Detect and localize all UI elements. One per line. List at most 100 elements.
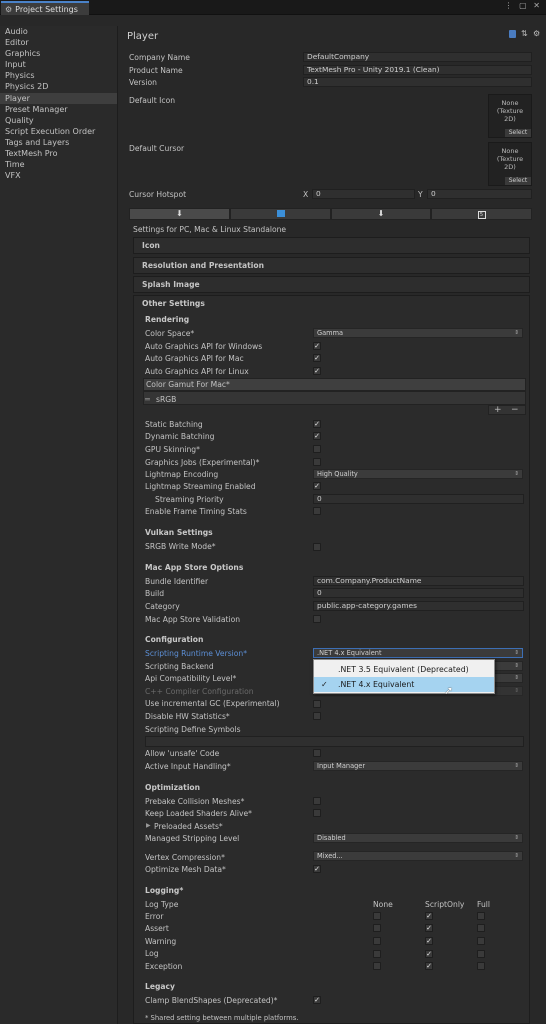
gear-icon[interactable]: ⚙ — [533, 29, 540, 38]
tab-webgl[interactable]: 5 — [431, 208, 532, 220]
icon-foldout[interactable]: Icon — [133, 237, 530, 254]
resolution-foldout[interactable]: Resolution and Presentation — [133, 257, 530, 274]
log-full-checkbox[interactable] — [477, 912, 485, 920]
log-none-checkbox[interactable] — [373, 924, 381, 932]
graphics-jobs-checkbox[interactable] — [313, 458, 321, 466]
popup-option-net4x[interactable]: ✓ .NET 4.x Equivalent — [314, 677, 494, 692]
hotspot-y-field[interactable]: 0 — [427, 189, 532, 199]
log-full-checkbox[interactable] — [477, 924, 485, 932]
book-icon[interactable] — [509, 30, 516, 38]
select-button[interactable]: Select — [505, 129, 531, 137]
define-symbols-field[interactable] — [145, 736, 524, 747]
mac-store-header: Mac App Store Options — [145, 563, 244, 572]
sliders-icon[interactable]: ⇅ — [521, 29, 528, 38]
build-field[interactable]: 0 — [313, 588, 524, 598]
other-settings-header[interactable]: Other Settings — [142, 299, 205, 308]
log-scriptonly-checkbox[interactable]: ✓ — [425, 924, 433, 932]
log-scriptonly-checkbox[interactable]: ✓ — [425, 962, 433, 970]
sidebar-item-input[interactable]: Input — [0, 59, 117, 70]
splash-foldout[interactable]: Splash Image — [133, 276, 530, 293]
none-column: None — [373, 900, 393, 909]
bundle-id-label: Bundle Identifier — [145, 577, 209, 586]
popup-option-label: .NET 3.5 Equivalent (Deprecated) — [338, 665, 469, 674]
log-none-checkbox[interactable] — [373, 950, 381, 958]
frame-timing-checkbox[interactable] — [313, 507, 321, 515]
log-scriptonly-checkbox[interactable]: ✓ — [425, 950, 433, 958]
tab-standalone[interactable]: ⬇ — [129, 208, 230, 220]
company-name-field[interactable]: DefaultCompany — [303, 52, 532, 62]
sidebar-item-textmesh-pro[interactable]: TextMesh Pro — [0, 148, 117, 159]
preloaded-assets-label[interactable]: Preloaded Assets* — [154, 822, 223, 831]
tab-windows-store[interactable] — [230, 208, 331, 220]
sidebar-item-physics[interactable]: Physics — [0, 70, 117, 81]
dynamic-batching-checkbox[interactable]: ✓ — [313, 432, 321, 440]
keep-shaders-label: Keep Loaded Shaders Alive* — [145, 809, 252, 818]
color-space-dropdown[interactable]: Gamma ⇕ — [313, 328, 523, 338]
dropdown-value: .NET 4.x Equivalent — [317, 649, 382, 657]
gamut-item-srgb[interactable]: sRGB — [156, 395, 176, 404]
srgb-write-checkbox[interactable] — [313, 543, 321, 551]
configuration-header: Configuration — [145, 635, 204, 644]
auto-api-windows-checkbox[interactable]: ✓ — [313, 342, 321, 350]
sidebar-item-player[interactable]: Player — [0, 92, 117, 104]
category-field[interactable]: public.app-category.games — [313, 601, 524, 611]
log-none-checkbox[interactable] — [373, 962, 381, 970]
drag-handle-icon[interactable]: ═ — [145, 395, 150, 404]
vertex-compression-dropdown[interactable]: Mixed... ⇕ — [313, 851, 523, 861]
runtime-version-dropdown[interactable]: .NET 4.x Equivalent ⇕ — [313, 648, 523, 658]
sidebar-item-editor[interactable]: Editor — [0, 37, 117, 48]
sidebar-item-graphics[interactable]: Graphics — [0, 48, 117, 59]
clamp-blendshapes-checkbox[interactable]: ✓ — [313, 996, 321, 1004]
hw-statistics-checkbox[interactable] — [313, 712, 321, 720]
select-button[interactable]: Select — [505, 177, 531, 185]
sidebar-item-vfx[interactable]: VFX — [0, 170, 117, 181]
add-item-button[interactable]: + — [494, 405, 502, 415]
settings-sidebar: Audio Editor Graphics Input Physics Phys… — [0, 26, 118, 1024]
project-settings-tab[interactable]: ⚙ Project Settings — [1, 1, 89, 15]
log-full-checkbox[interactable] — [477, 962, 485, 970]
auto-api-linux-checkbox[interactable]: ✓ — [313, 367, 321, 375]
log-none-checkbox[interactable] — [373, 912, 381, 920]
remove-item-button[interactable]: − — [511, 405, 519, 415]
optimize-mesh-checkbox[interactable]: ✓ — [313, 865, 321, 873]
color-space-label: Color Space* — [145, 329, 195, 338]
tab-android[interactable]: ⬇ — [331, 208, 431, 220]
hotspot-x-field[interactable]: 0 — [312, 189, 415, 199]
lightmap-streaming-checkbox[interactable]: ✓ — [313, 482, 321, 490]
log-scriptonly-checkbox[interactable]: ✓ — [425, 912, 433, 920]
auto-api-windows-label: Auto Graphics API for Windows — [145, 342, 263, 351]
log-scriptonly-checkbox[interactable]: ✓ — [425, 937, 433, 945]
lightmap-encoding-dropdown[interactable]: High Quality ⇕ — [313, 469, 523, 479]
popup-option-net35[interactable]: .NET 3.5 Equivalent (Deprecated) — [314, 662, 494, 677]
expand-arrow-icon[interactable]: ▶ — [146, 822, 151, 829]
gpu-skinning-checkbox[interactable] — [313, 445, 321, 453]
sidebar-item-time[interactable]: Time — [0, 159, 117, 170]
default-cursor-slot[interactable]: None (Texture 2D) Select — [488, 142, 532, 186]
default-icon-slot[interactable]: None (Texture 2D) Select — [488, 94, 532, 138]
input-handling-dropdown[interactable]: Input Manager ⇕ — [313, 761, 523, 771]
product-name-field[interactable]: TextMesh Pro - Unity 2019.1 (Clean) — [303, 65, 532, 75]
log-full-checkbox[interactable] — [477, 937, 485, 945]
sidebar-item-tags-and-layers[interactable]: Tags and Layers — [0, 137, 117, 148]
store-validation-checkbox[interactable] — [313, 615, 321, 623]
incremental-gc-checkbox[interactable] — [313, 700, 321, 708]
sidebar-item-audio[interactable]: Audio — [0, 26, 117, 37]
log-full-checkbox[interactable] — [477, 950, 485, 958]
unsafe-code-checkbox[interactable] — [313, 749, 321, 757]
sidebar-item-preset-manager[interactable]: Preset Manager — [0, 104, 117, 115]
log-none-checkbox[interactable] — [373, 937, 381, 945]
sidebar-item-script-execution-order[interactable]: Script Execution Order — [0, 126, 117, 137]
dropdown-arrows-icon: ⇕ — [514, 663, 519, 669]
bundle-id-field[interactable]: com.Company.ProductName — [313, 576, 524, 586]
streaming-priority-field[interactable]: 0 — [313, 494, 524, 504]
static-batching-checkbox[interactable]: ✓ — [313, 420, 321, 428]
stripping-level-dropdown[interactable]: Disabled ⇕ — [313, 833, 523, 843]
version-field[interactable]: 0.1 — [303, 77, 532, 87]
sidebar-item-physics-2d[interactable]: Physics 2D — [0, 81, 117, 92]
prebake-checkbox[interactable] — [313, 797, 321, 805]
runtime-version-popup: .NET 3.5 Equivalent (Deprecated) ✓ .NET 4… — [313, 659, 495, 694]
sidebar-item-quality[interactable]: Quality — [0, 115, 117, 126]
window-controls[interactable]: ⋮ ▢ ✕ — [505, 1, 542, 10]
keep-shaders-checkbox[interactable] — [313, 809, 321, 817]
auto-api-mac-checkbox[interactable]: ✓ — [313, 354, 321, 362]
